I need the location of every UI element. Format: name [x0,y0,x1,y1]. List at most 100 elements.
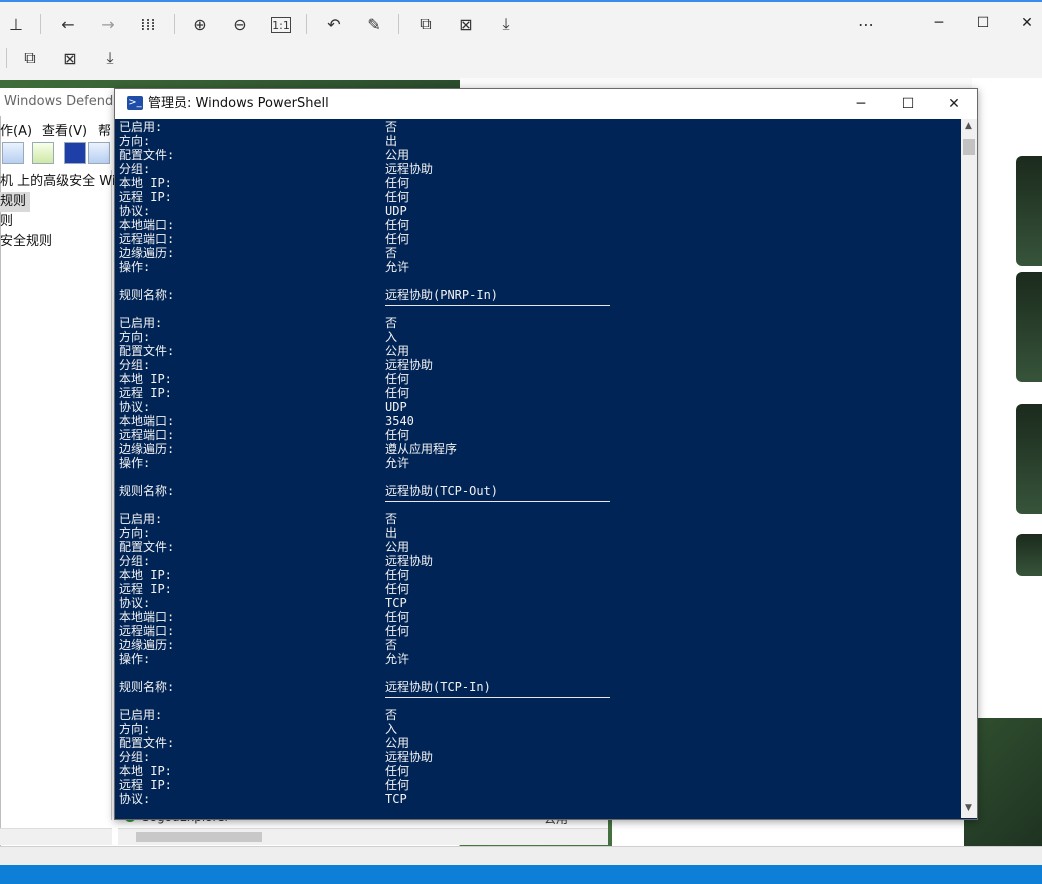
thumbnail[interactable] [1016,404,1042,514]
console-label: 远程端口: [119,624,175,638]
console-value: 远程协助(TCP-In) [385,680,491,694]
console-value: 远程协助(PNRP-In) [385,288,499,302]
tree-item-outbound-rules[interactable]: 则 [0,212,13,232]
properties-icon[interactable] [88,142,110,164]
thumbnail[interactable] [1016,534,1042,576]
taskbar-strip [0,864,1042,884]
scroll-up-icon[interactable]: ▲ [965,121,972,131]
console-value: 任何 [385,568,410,582]
console-label: 远程 IP: [119,190,172,204]
edit-icon[interactable]: ✎ [362,12,386,36]
console-vscrollbar[interactable]: ▲ ▼ [961,119,977,818]
console-label: 本地 IP: [119,176,172,190]
console-value: 任何 [385,190,410,204]
powershell-title: 管理员: Windows PowerShell [148,96,329,111]
ps-close-button[interactable]: ✕ [931,89,977,119]
console-value: 否 [385,316,398,330]
list-hscrollbar[interactable] [118,828,608,845]
console-label: 规则名称: [119,484,175,498]
console-label: 远程端口: [119,232,175,246]
console-label: 远程 IP: [119,778,172,792]
show-hide-icon[interactable] [2,142,24,164]
tree-hscrollbar[interactable] [0,828,112,845]
console-label: 配置文件: [119,540,175,554]
console-label: 方向: [119,134,151,148]
console-value: 任何 [385,582,410,596]
console-value: 否 [385,120,398,134]
console-value: 否 [385,708,398,722]
back-icon[interactable]: ← [56,12,80,36]
grid-icon[interactable]: ⁞⁞⁞ [136,12,160,36]
ocr-icon[interactable]: ⊠ [58,46,82,70]
console-label: 分组: [119,162,151,176]
console-value: 否 [385,246,398,260]
save-icon[interactable]: ⤓ [98,46,122,70]
ocr-icon[interactable]: ⊠ [454,12,478,36]
console-value: 出 [385,526,398,540]
save-icon[interactable]: ⤓ [494,12,518,36]
console-value: 公用 [385,148,410,162]
thumbnail[interactable] [1016,156,1042,266]
console-label: 已启用: [119,512,163,526]
zoom-out-icon[interactable]: ⊖ [228,12,252,36]
console-value: TCP [385,596,407,610]
console-label: 边缘遍历: [119,442,175,456]
console-label: 本地端口: [119,414,175,428]
more-icon[interactable]: ⋯ [854,12,878,36]
console-value: 远程协助 [385,750,434,764]
console-value: 任何 [385,218,410,232]
console-label: 已启用: [119,316,163,330]
console-label: 配置文件: [119,148,175,162]
powershell-icon: >_ [127,96,143,110]
console-label: 规则名称: [119,288,175,302]
console-value: TCP [385,792,407,806]
console-label: 远程端口: [119,428,175,442]
console-label: 协议: [119,596,151,610]
help-icon[interactable] [64,142,86,164]
tree-item-inbound-rules[interactable]: 规则 [0,192,31,212]
console-label: 配置文件: [119,736,175,750]
thumbnail[interactable] [1016,272,1042,382]
console-label: 方向: [119,722,151,736]
pin-icon[interactable]: ⊥ [4,12,28,36]
actual-size-icon[interactable]: 1:1 [271,17,291,33]
forward-icon[interactable]: → [96,12,120,36]
menu-view[interactable]: 查看(V) [42,120,87,139]
viewer-close-button[interactable]: ✕ [1004,8,1042,38]
menu-action[interactable]: 作(A) [0,120,32,139]
scroll-down-icon[interactable]: ▼ [965,803,972,813]
powershell-console[interactable]: 已启用: 否方向: 出配置文件: 公用 分组: 远程协助 本地 IP: 任何 远程 IP: 任何协… [115,119,961,819]
ps-maximize-button[interactable]: ☐ [885,89,931,119]
ps-minimize-button[interactable]: ─ [838,89,884,119]
console-value: 允许 [385,260,410,274]
translate-icon[interactable]: ⧉ [414,12,438,36]
viewer-maximize-button[interactable]: ☐ [960,8,1006,38]
export-icon[interactable] [32,142,54,164]
console-label: 已启用: [119,120,163,134]
console-value: 远程协助 [385,162,434,176]
viewer-minimize-button[interactable]: ─ [916,8,962,38]
console-label: 本地端口: [119,610,175,624]
console-label: 本地 IP: [119,372,172,386]
scroll-thumb[interactable] [963,139,975,155]
console-label: 远程 IP: [119,582,172,596]
tree-item-security-rules[interactable]: 安全规则 [0,232,52,252]
console-value: 允许 [385,652,410,666]
console-value: 任何 [385,610,410,624]
zoom-in-icon[interactable]: ⊕ [188,12,212,36]
console-rule [385,305,610,306]
tree-root[interactable]: 机 上的高级安全 Wind [0,172,132,192]
console-value: UDP [385,400,407,414]
console-value: 远程协助 [385,358,434,372]
menu-help[interactable]: 帮 [98,120,111,139]
console-rule [385,697,610,698]
translate-icon[interactable]: ⧉ [18,46,42,70]
scroll-thumb[interactable] [136,832,262,842]
console-value: 3540 [385,414,414,428]
console-label: 分组: [119,750,151,764]
console-label: 已启用: [119,708,163,722]
rotate-icon[interactable]: ↶ [322,12,346,36]
console-label: 分组: [119,554,151,568]
console-label: 协议: [119,400,151,414]
console-label: 操作: [119,260,151,274]
